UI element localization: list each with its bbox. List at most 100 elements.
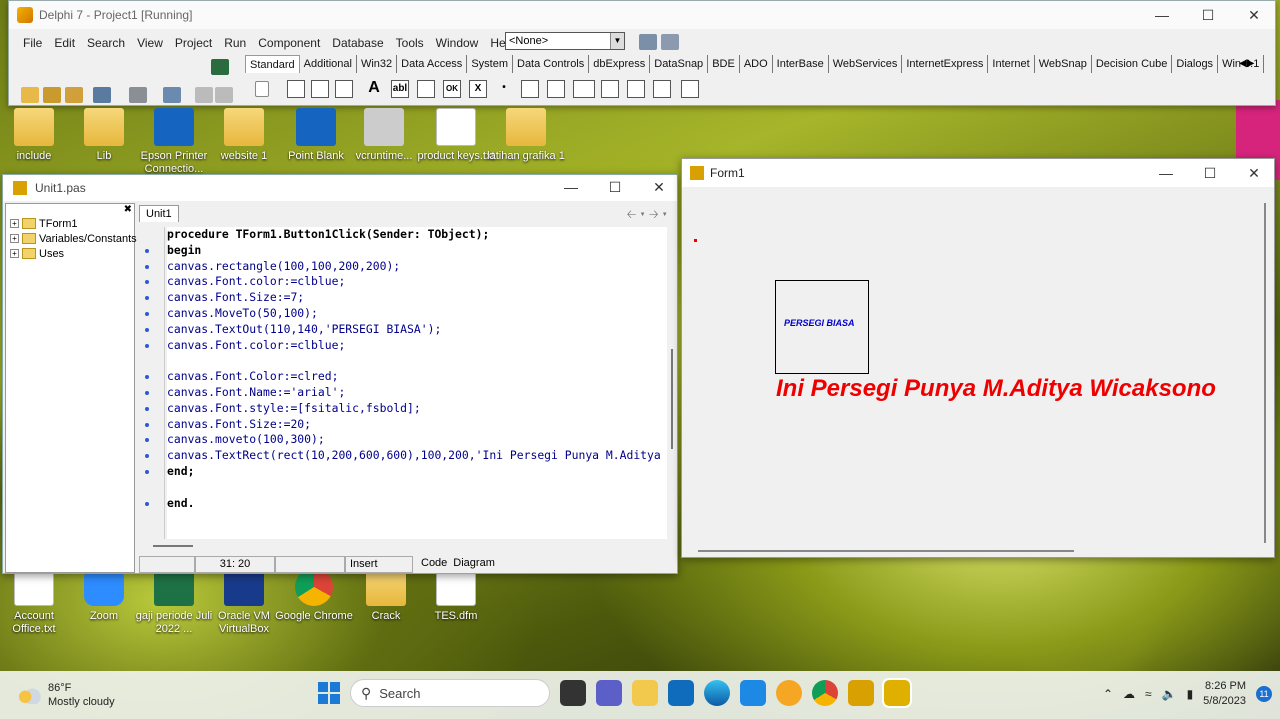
combobox-icon[interactable] [547, 80, 565, 98]
palette-tab[interactable]: WebServices [829, 55, 903, 73]
chevron-down-icon[interactable]: ▼ [610, 33, 624, 49]
minimize-icon[interactable]: — [549, 175, 593, 199]
menu-tools[interactable]: Tools [390, 33, 430, 53]
palette-tab[interactable]: Data Controls [513, 55, 590, 73]
palette-tab[interactable]: Win32 [357, 55, 398, 73]
teams-icon[interactable] [596, 680, 622, 706]
breakpoint-dot-icon[interactable] [145, 406, 149, 411]
tree-item[interactable]: + TForm1 [10, 216, 137, 231]
desktop-icon[interactable]: Google Chrome [274, 568, 354, 623]
step-icon[interactable] [215, 87, 233, 103]
tab-unit1[interactable]: Unit1 [139, 205, 179, 222]
menu-project[interactable]: Project [169, 33, 218, 53]
palette-tab[interactable]: Dialogs [1172, 55, 1219, 73]
checkbox-icon[interactable]: X [469, 80, 487, 98]
palette-tab[interactable]: DataSnap [650, 55, 709, 73]
close-icon[interactable]: ✕ [1231, 1, 1277, 29]
toolbar-icon[interactable] [639, 34, 657, 50]
frame-icon[interactable] [287, 80, 305, 98]
chevron-up-icon[interactable]: ⌃ [1103, 687, 1113, 701]
menu-database[interactable]: Database [326, 33, 389, 53]
radiogroup-icon[interactable] [627, 80, 645, 98]
radiobutton-icon[interactable]: • [495, 80, 513, 98]
menu-view[interactable]: View [131, 33, 169, 53]
form-vertical-scrollbar[interactable] [1264, 203, 1266, 543]
tree-item[interactable]: + Uses [10, 246, 137, 261]
battery-icon[interactable]: ▮ [1187, 687, 1194, 701]
task-view-icon[interactable] [560, 680, 586, 706]
breakpoint-dot-icon[interactable] [145, 375, 149, 380]
minimize-icon[interactable]: — [1139, 1, 1185, 29]
network-icon[interactable]: ☁ [1123, 687, 1135, 701]
palette-tab[interactable]: Internet [988, 55, 1035, 73]
chrome-icon[interactable] [812, 680, 838, 706]
palette-tab[interactable]: Additional [300, 55, 357, 73]
palette-tab[interactable]: Standard [245, 55, 300, 73]
edit-icon[interactable]: abl [391, 80, 409, 98]
close-icon[interactable]: ✕ [1232, 159, 1276, 187]
menu-edit[interactable]: Edit [48, 33, 81, 53]
mainmenu-icon[interactable] [311, 80, 329, 98]
component-palette-icon[interactable] [211, 59, 229, 75]
palette-tab[interactable]: InterBase [773, 55, 829, 73]
palette-tab[interactable]: WebSnap [1035, 55, 1092, 73]
panel-icon[interactable] [653, 80, 671, 98]
scrollbar-icon[interactable] [573, 80, 595, 98]
taskbar-search[interactable]: ⚲ Search [350, 679, 550, 707]
trace-icon[interactable] [195, 87, 213, 103]
label-icon[interactable]: A [365, 80, 383, 98]
breakpoint-dot-icon[interactable] [145, 454, 149, 459]
desktop-icon[interactable]: Lib [64, 108, 144, 163]
desktop-icon[interactable]: include [0, 108, 74, 163]
groupbox-icon[interactable] [601, 80, 619, 98]
delphi-icon[interactable] [848, 680, 874, 706]
maximize-icon[interactable]: ☐ [1185, 1, 1231, 29]
menu-file[interactable]: File [17, 33, 48, 53]
view-form-icon[interactable] [93, 87, 111, 103]
browser-icon[interactable] [776, 680, 802, 706]
breakpoint-dot-icon[interactable] [145, 296, 149, 301]
weather-widget[interactable]: 86°F Mostly cloudy [18, 681, 115, 709]
desktop-icon[interactable]: gaji periode Juli 2022 ... [134, 568, 214, 636]
breakpoint-dot-icon[interactable] [145, 312, 149, 316]
desktop-layout-combo[interactable]: <None> ▼ [505, 32, 625, 50]
palette-tab[interactable]: BDE [708, 55, 740, 73]
editor-vertical-scrollbar[interactable] [669, 227, 677, 539]
form-horizontal-scrollbar[interactable] [698, 550, 1074, 552]
desktop-icon[interactable]: latihan grafika 1 [486, 108, 566, 163]
menu-search[interactable]: Search [81, 33, 131, 53]
edge-icon[interactable] [704, 680, 730, 706]
delphi-running-icon[interactable] [882, 678, 912, 708]
expand-icon[interactable]: + [10, 234, 19, 243]
desktop-icon[interactable]: product keys.txt [416, 108, 496, 163]
close-icon[interactable]: ✕ [637, 175, 681, 199]
new-icon[interactable] [21, 87, 39, 103]
memo-icon[interactable] [417, 80, 435, 98]
palette-tab[interactable]: InternetExpress [902, 55, 989, 73]
run-icon[interactable] [129, 87, 147, 103]
palette-tab[interactable]: System [467, 55, 513, 73]
palette-tab[interactable]: dbExpress [589, 55, 651, 73]
close-icon[interactable]: ✖ [124, 204, 132, 215]
minimize-icon[interactable]: — [1144, 159, 1188, 187]
tab-diagram[interactable]: Diagram [451, 556, 499, 573]
expand-icon[interactable]: + [10, 249, 19, 258]
breakpoint-dot-icon[interactable] [145, 248, 149, 253]
open-icon[interactable] [43, 87, 61, 103]
palette-scroll-arrows[interactable]: ◀▶ [1239, 58, 1254, 69]
listbox-icon[interactable] [521, 80, 539, 98]
file-explorer-icon[interactable] [632, 680, 658, 706]
popupmenu-icon[interactable] [335, 80, 353, 98]
breakpoint-dot-icon[interactable] [145, 438, 149, 443]
pointer-icon[interactable] [255, 81, 269, 97]
palette-tab[interactable]: Data Access [397, 55, 468, 73]
toolbar-icon[interactable] [661, 34, 679, 50]
breakpoint-dot-icon[interactable] [145, 343, 149, 348]
notification-badge[interactable]: 11 [1256, 686, 1272, 702]
breakpoint-dot-icon[interactable] [145, 422, 149, 427]
store-icon[interactable] [740, 680, 766, 706]
windows-start-icon[interactable] [318, 682, 340, 704]
navigation-arrows-icon[interactable]: 🡠▾🡢▾ [627, 205, 671, 226]
l-app-icon[interactable] [668, 680, 694, 706]
desktop-icon[interactable]: Zoom [64, 568, 144, 623]
